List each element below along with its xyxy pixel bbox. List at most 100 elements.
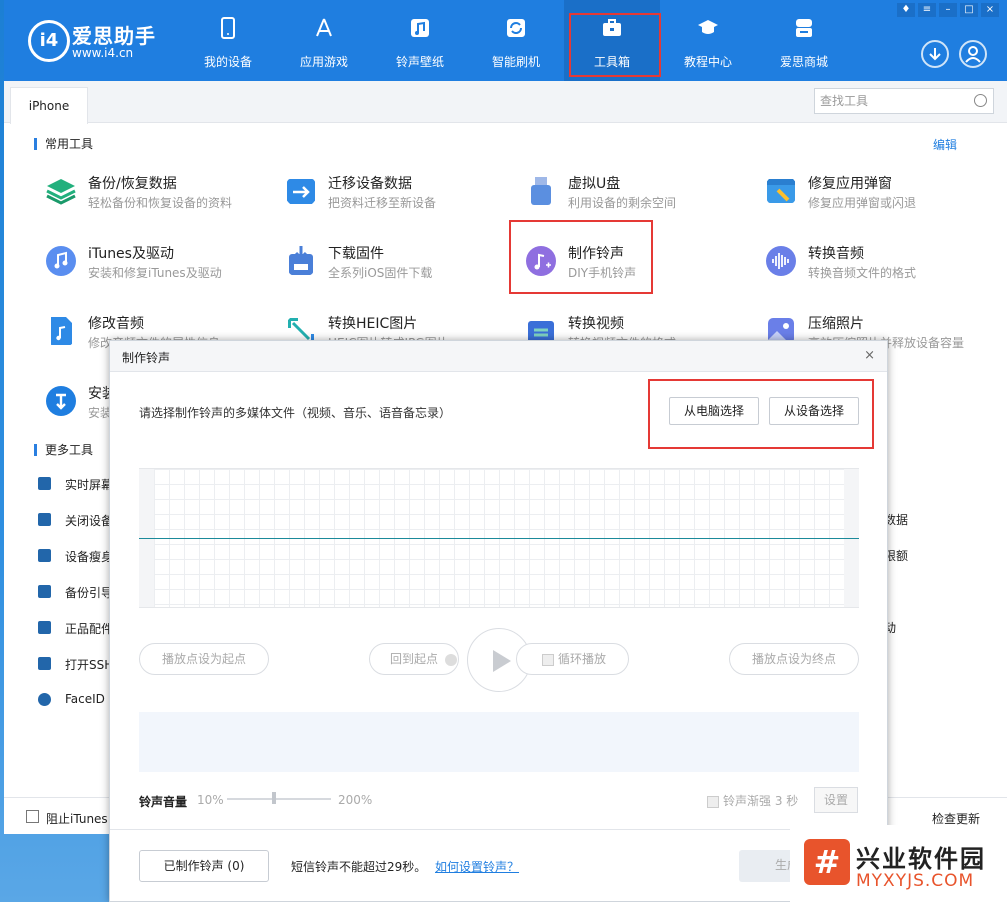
- tool-name: 转换音频: [808, 246, 864, 262]
- set-start-point-button[interactable]: 播放点设为起点: [139, 643, 269, 675]
- maximize-icon[interactable]: □: [960, 3, 978, 17]
- tool-desc: 轻松备份和恢复设备的资料: [88, 196, 233, 210]
- tool-convert-audio[interactable]: 转换音频 转换音频文件的格式: [764, 240, 994, 286]
- brand-url: www.i4.cn: [72, 46, 134, 60]
- watermark-logo: #: [804, 839, 850, 885]
- download-icon: [929, 48, 941, 61]
- fade-in-label: 铃声渐强 3 秒: [723, 794, 799, 808]
- tool-backup-restore[interactable]: 备份/恢复数据 轻松备份和恢复设备的资料: [44, 170, 274, 216]
- loop-play-toggle[interactable]: 循环播放: [516, 643, 629, 675]
- volume-slider-track[interactable]: [227, 798, 331, 800]
- tool-search-input[interactable]: 查找工具: [814, 88, 994, 114]
- tool-name: 转换HEIC图片: [328, 316, 418, 332]
- tool-repair-popup[interactable]: 修复应用弹窗 修复应用弹窗或闪退: [764, 170, 994, 216]
- tool-desc: 修复应用弹窗或闪退: [808, 196, 917, 210]
- app-store-icon: [316, 18, 332, 37]
- tool-itunes-driver[interactable]: iTunes及驱动 安装和修复iTunes及驱动: [44, 240, 274, 286]
- nav-store[interactable]: 爱思商城: [756, 0, 852, 81]
- more-item-accessory[interactable]: 正品配件: [38, 618, 118, 638]
- tool-desc: 安装和修复iTunes及驱动: [88, 266, 222, 280]
- watermark-url: MYXYJS.COM: [856, 871, 975, 891]
- nav-my-device[interactable]: 我的设备: [180, 0, 276, 81]
- tool-name: 压缩照片: [808, 316, 864, 332]
- more-item-power[interactable]: 关闭设备: [38, 510, 118, 530]
- toolbox-highlight-box: [569, 13, 661, 77]
- rewind-icon: [444, 653, 457, 666]
- waveform-baseline: [139, 538, 859, 539]
- block-itunes-checkbox[interactable]: [26, 810, 39, 823]
- menu-icon[interactable]: ≡: [918, 3, 936, 17]
- block-itunes-label: 阻止iTunes: [46, 812, 108, 826]
- made-ringtones-button[interactable]: 已制作铃声 (0): [139, 850, 269, 882]
- select-buttons-highlight-box: [648, 379, 874, 449]
- fade-in-toggle[interactable]: 铃声渐强 3 秒: [707, 792, 798, 809]
- edit-link[interactable]: 编辑: [933, 136, 957, 153]
- itunes-icon: [46, 246, 76, 276]
- nav-label: 铃声壁纸: [395, 55, 444, 69]
- nav-apps-games[interactable]: 应用游戏: [276, 0, 372, 81]
- tab-iphone[interactable]: iPhone: [10, 87, 88, 124]
- tool-install[interactable]: 安装 安装: [44, 380, 116, 426]
- how-to-set-ringtone-link[interactable]: 如何设置铃声？: [435, 858, 519, 875]
- window-controls: ♦ ≡ – □ ×: [897, 3, 999, 17]
- close-icon[interactable]: ×: [981, 3, 999, 17]
- sms-ringtone-note: 短信铃声不能超过29秒。: [291, 860, 427, 874]
- more-item-screen[interactable]: 实时屏幕: [38, 474, 118, 494]
- nav-flash[interactable]: 智能刷机: [468, 0, 564, 81]
- dialog-footer: 已制作铃声 (0) 短信铃声不能超过29秒。 如何设置铃声？ 生成铃声: [110, 829, 887, 902]
- music-wallpaper-icon: [411, 19, 429, 37]
- more-item-slim[interactable]: 设备瘦身: [38, 546, 118, 566]
- set-end-point-button[interactable]: 播放点设为终点: [729, 643, 859, 675]
- graduation-cap-icon: [698, 20, 718, 34]
- tool-name: 转换视频: [568, 316, 624, 332]
- nav-label: 应用游戏: [299, 55, 348, 69]
- tool-download-firmware[interactable]: 下载固件 全系列iOS固件下载: [284, 240, 514, 286]
- more-item-label: 备份引导: [65, 586, 114, 600]
- fade-settings-button[interactable]: 设置: [814, 787, 858, 813]
- faceid-icon: [38, 693, 51, 706]
- more-tools-title: 更多工具: [34, 444, 93, 456]
- back-to-start-label: 回到起点: [390, 652, 439, 666]
- volume-slider-handle[interactable]: [271, 792, 276, 804]
- tool-migrate-data[interactable]: 迁移设备数据 把资料迁移至新设备: [284, 170, 514, 216]
- tool-virtual-usb[interactable]: 虚拟U盘 利用设备的剩余空间: [524, 170, 754, 216]
- cable-icon: [38, 621, 51, 634]
- screen-icon: [38, 477, 51, 490]
- search-icon[interactable]: [974, 94, 987, 107]
- nav-tutorials[interactable]: 教程中心: [660, 0, 756, 81]
- backup-icon: [38, 585, 51, 598]
- play-icon: [493, 650, 511, 672]
- brand-name: 爱思助手: [72, 24, 156, 48]
- nav-label: 教程中心: [683, 55, 732, 69]
- broom-icon: [38, 549, 51, 562]
- download-manager-button[interactable]: [921, 40, 949, 68]
- nav-label: 智能刷机: [491, 55, 540, 69]
- back-to-start-button[interactable]: 回到起点: [369, 643, 459, 675]
- common-tools-title: 常用工具: [34, 138, 93, 150]
- more-item-faceid[interactable]: FaceID: [38, 690, 118, 710]
- nav-ringtones-wallpapers[interactable]: 铃声壁纸: [372, 0, 468, 81]
- download-firmware-icon: [289, 246, 313, 275]
- tool-name: 修改音频: [88, 316, 144, 332]
- more-item-label: 正品配件: [65, 622, 114, 636]
- make-ringtone-highlight-box: [509, 220, 653, 294]
- user-account-button[interactable]: [959, 40, 987, 68]
- minimize-icon[interactable]: –: [939, 3, 957, 17]
- store-icon: [796, 19, 812, 37]
- loop-checkbox[interactable]: [542, 653, 554, 666]
- music-file-icon: [51, 317, 72, 345]
- volume-min-label: 10%: [197, 793, 224, 807]
- close-icon[interactable]: ×: [864, 348, 875, 363]
- shirt-icon[interactable]: ♦: [897, 3, 915, 17]
- more-item-ssh[interactable]: 打开SSH: [38, 654, 118, 674]
- tool-desc: 转换音频文件的格式: [808, 266, 917, 280]
- file-select-prompt: 请选择制作铃声的多媒体文件（视频、音乐、语音备忘录）: [139, 406, 452, 420]
- volume-max-label: 200%: [338, 793, 373, 807]
- audio-wave-icon: [766, 246, 796, 276]
- make-ringtone-dialog: 制作铃声 × 请选择制作铃声的多媒体文件（视频、音乐、语音备忘录） 从电脑选择 …: [109, 340, 888, 902]
- fade-in-checkbox[interactable]: [707, 795, 719, 808]
- usb-drive-icon: [531, 177, 551, 205]
- more-item-backup[interactable]: 备份引导: [38, 582, 118, 602]
- waveform-area[interactable]: [139, 468, 859, 608]
- tool-name: 下载固件: [328, 246, 384, 262]
